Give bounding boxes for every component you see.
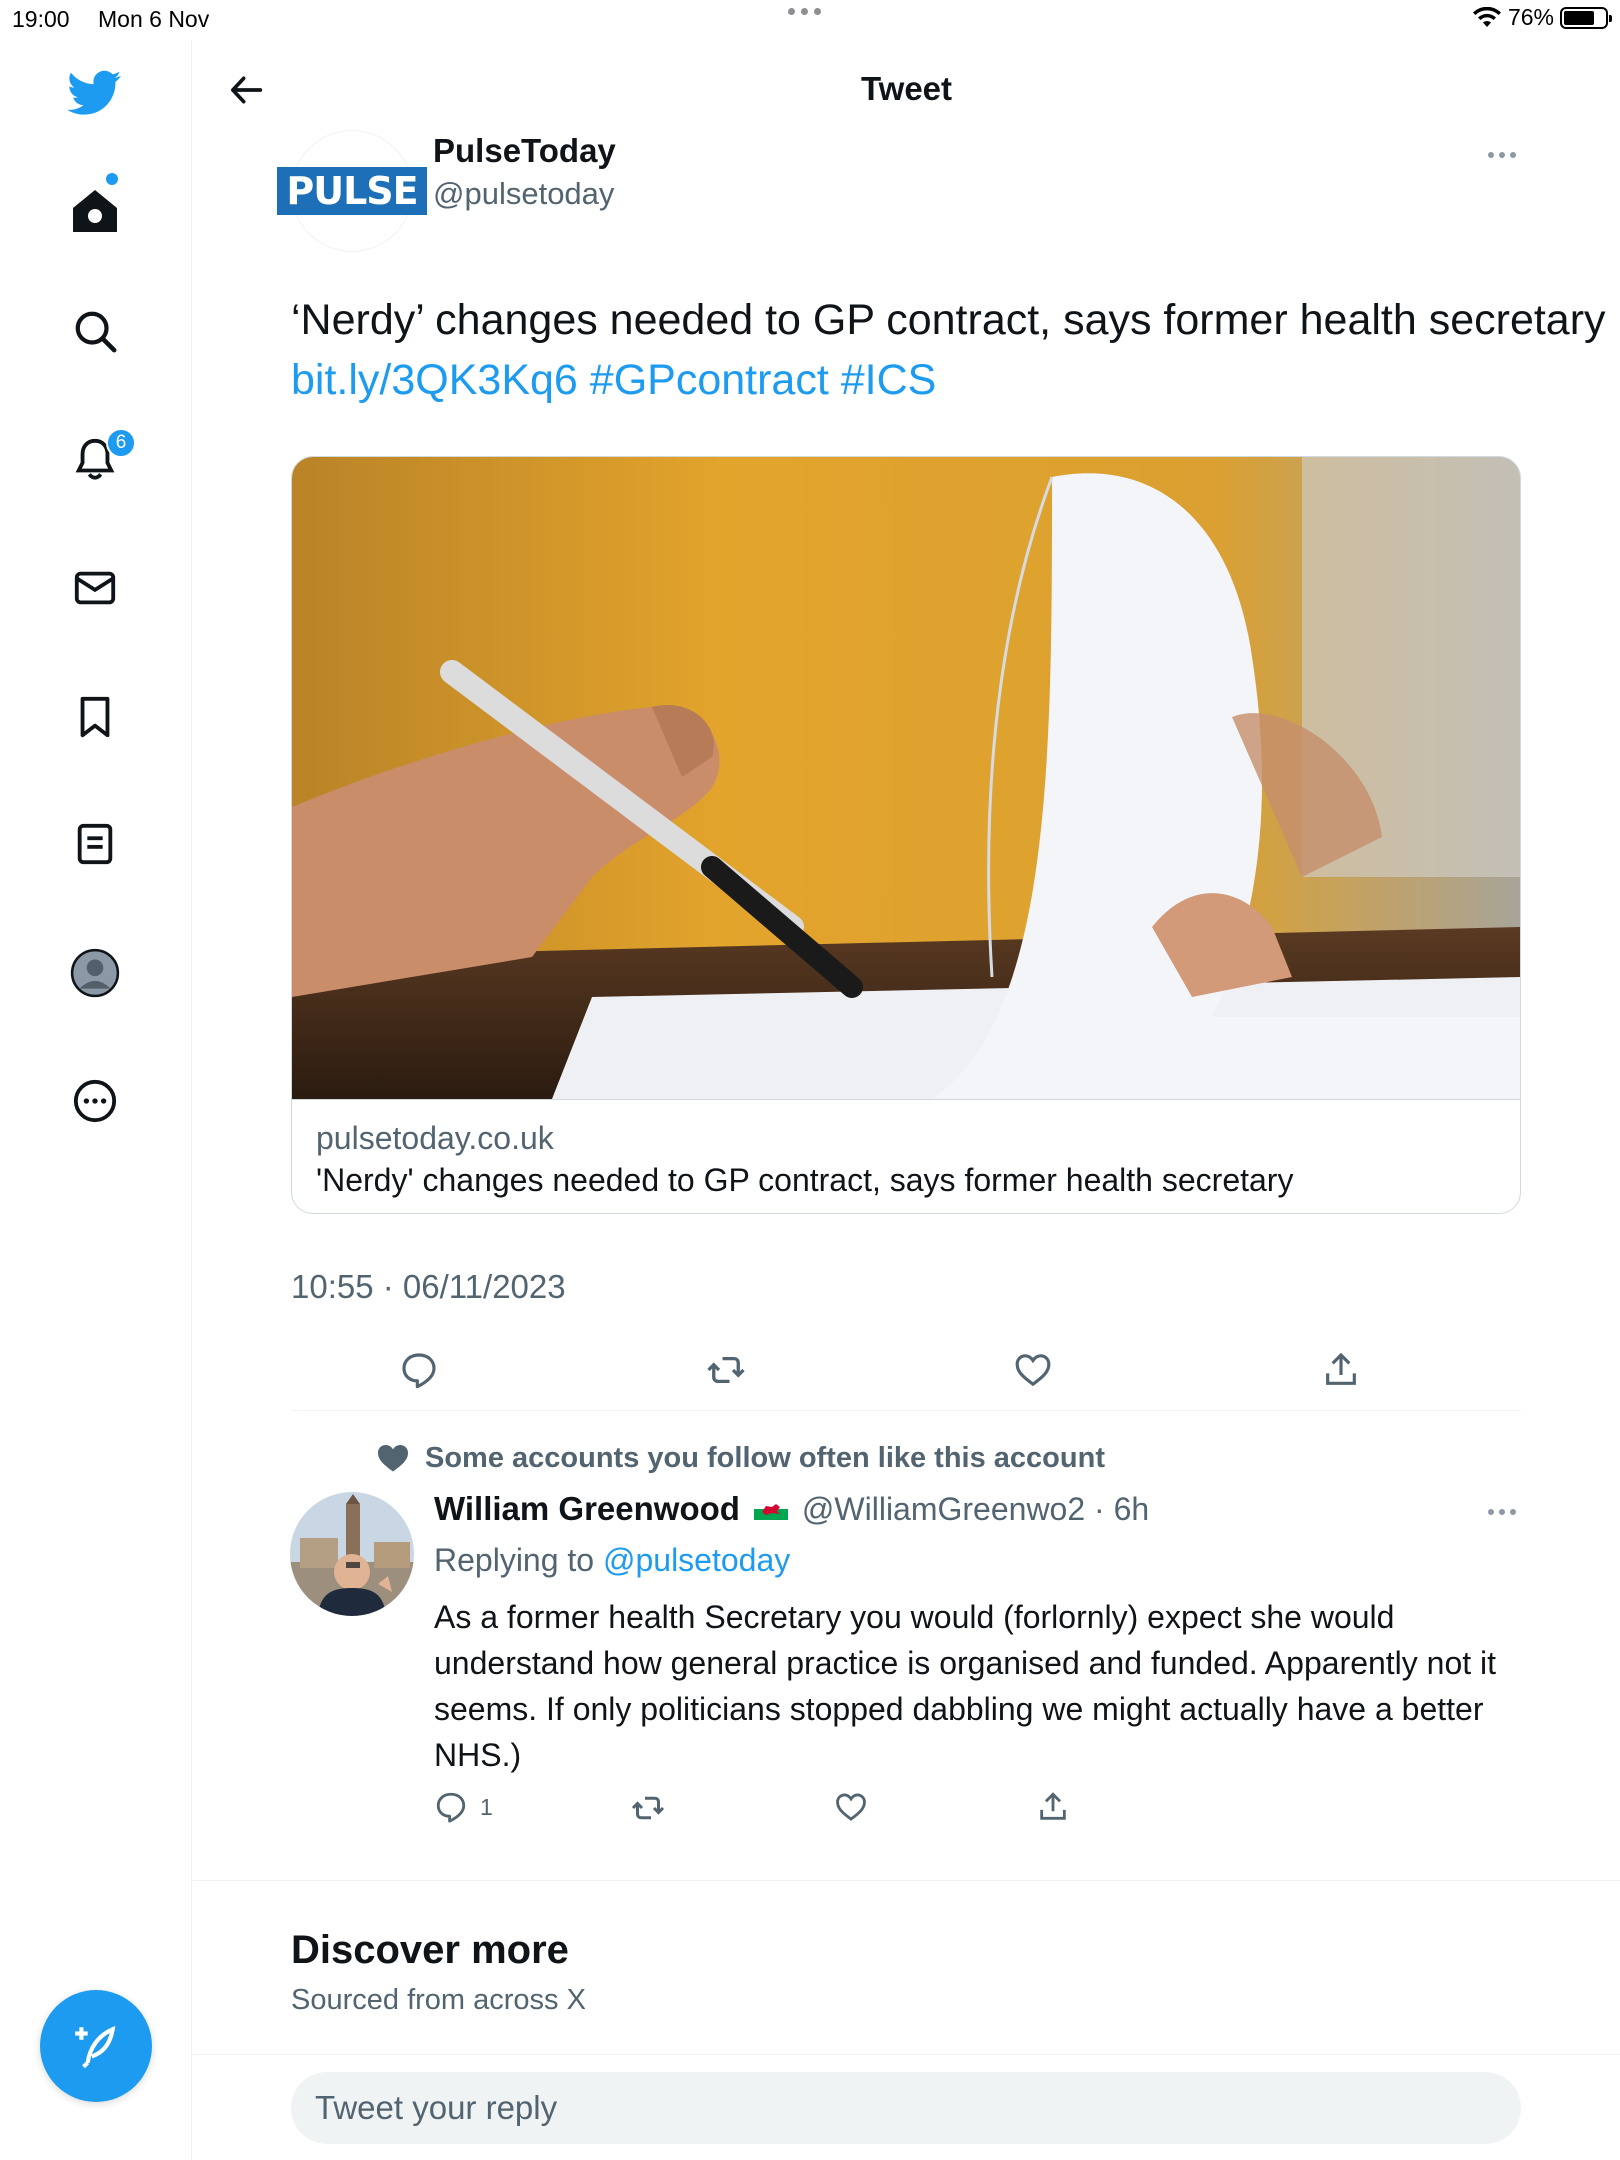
reply-actions: 1 [434, 1790, 1134, 1840]
sidebar-item-profile[interactable] [66, 944, 124, 1002]
share-icon [1326, 1352, 1356, 1385]
card-meta: pulsetoday.co.uk 'Nerdy' changes needed … [292, 1099, 1520, 1213]
reply-icon [402, 1353, 436, 1389]
replying-to-mention[interactable]: @pulsetoday [603, 1542, 790, 1578]
reply-more-button[interactable] [1488, 1509, 1516, 1515]
actions-divider [291, 1410, 1521, 1411]
battery-percent: 76% [1507, 4, 1554, 30]
card-domain: pulsetoday.co.uk [316, 1120, 554, 1156]
status-time: 19:00 [12, 6, 70, 32]
reply-avatar[interactable] [290, 1492, 414, 1616]
tweet-actions [291, 1340, 1521, 1410]
tweet-more-button[interactable] [1488, 152, 1516, 158]
reply-like-button[interactable] [834, 1790, 868, 1824]
reply-author-name[interactable]: William Greenwood [434, 1490, 740, 1528]
hashtag-gpcontract[interactable]: #GPcontract [590, 356, 829, 404]
retweet-icon [707, 1356, 745, 1384]
profile-avatar-icon [70, 948, 120, 998]
sidebar-item-more[interactable] [66, 1072, 124, 1130]
reply-reply-button[interactable]: 1 [434, 1790, 493, 1824]
tweet-reply-input[interactable] [291, 2072, 1521, 2144]
replying-to-label: Replying to [434, 1542, 603, 1578]
bottom-divider [193, 2054, 1620, 2055]
pulse-logo: PULSE [277, 167, 427, 215]
reply-header: William Greenwood @WilliamGreenwo2 · 6h [434, 1490, 1149, 1528]
like-button[interactable] [1003, 1340, 1063, 1400]
discover-more-subtitle: Sourced from across X [291, 1984, 586, 2016]
section-divider [193, 1880, 1620, 1881]
tweet-link[interactable]: bit.ly/3QK3Kq6 [291, 356, 578, 404]
page-title: Tweet [860, 70, 953, 107]
retweet-button[interactable] [696, 1340, 756, 1400]
list-icon [77, 823, 113, 865]
link-preview-card[interactable]: pulsetoday.co.uk 'Nerdy' changes needed … [291, 456, 1521, 1214]
sidebar-item-home[interactable] [66, 182, 124, 240]
author-handle[interactable]: @pulsetoday [433, 176, 614, 212]
battery-icon [1560, 6, 1612, 29]
search-icon [75, 311, 117, 353]
wifi-icon [1472, 6, 1501, 27]
status-right: 76% [1472, 4, 1612, 31]
replying-to: Replying to @pulsetoday [434, 1542, 790, 1579]
sidebar-item-lists[interactable] [66, 815, 124, 873]
multitasking-dots[interactable] [788, 8, 821, 15]
mail-icon [74, 571, 116, 605]
home-unread-dot [106, 173, 118, 185]
social-context: Some accounts you follow often like this… [375, 1440, 1105, 1476]
heart-icon [1015, 1354, 1051, 1387]
card-image [292, 457, 1520, 1099]
reply-count: 1 [480, 1793, 493, 1820]
wales-flag-icon [753, 1498, 788, 1520]
more-circle-icon [73, 1079, 117, 1123]
reply-share-button[interactable] [1036, 1790, 1070, 1824]
sidebar-item-messages[interactable] [66, 559, 124, 617]
reply-button[interactable] [389, 1340, 449, 1400]
heart-icon [836, 1793, 866, 1821]
notifications-badge: 6 [106, 428, 136, 458]
author-name[interactable]: PulseToday [433, 132, 616, 170]
card-title: 'Nerdy' changes needed to GP contract, s… [316, 1162, 1294, 1198]
sidebar-item-bookmarks[interactable] [66, 688, 124, 746]
discover-more-title: Discover more [291, 1928, 569, 1972]
status-bar: 19:00 Mon 6 Nov 76% [0, 0, 1620, 40]
social-context-text: Some accounts you follow often like this… [425, 1441, 1105, 1474]
twitter-logo-icon[interactable] [66, 64, 124, 122]
sidebar-nav: 6 [0, 40, 192, 2160]
author-avatar[interactable]: PULSE [277, 130, 427, 252]
compose-tweet-button[interactable] [40, 1990, 152, 2102]
tweet-text: ‘Nerdy’ changes needed to GP contract, s… [291, 290, 1620, 410]
reply-icon [436, 1792, 466, 1823]
tweet-text-body: ‘Nerdy’ changes needed to GP contract, s… [291, 296, 1606, 344]
page-header: Tweet [193, 40, 1620, 140]
bookmark-icon [80, 696, 110, 738]
status-date: Mon 6 Nov [98, 6, 210, 32]
reply-handle-time[interactable]: @WilliamGreenwo2 · 6h [802, 1491, 1149, 1528]
retweet-icon [631, 1796, 665, 1820]
share-icon [1040, 1792, 1066, 1820]
heart-filled-icon [378, 1444, 408, 1472]
reply-retweet-button[interactable] [630, 1790, 666, 1826]
feather-plus-icon [75, 2025, 116, 2069]
sidebar-item-explore[interactable] [66, 302, 124, 360]
tweet-timestamp[interactable]: 10:55 · 06/11/2023 [291, 1268, 566, 1306]
reply-text: As a former health Secretary you would (… [434, 1599, 1497, 1773]
home-icon [73, 190, 117, 232]
share-button[interactable] [1311, 1340, 1371, 1400]
hashtag-ics[interactable]: #ICS [841, 356, 937, 404]
